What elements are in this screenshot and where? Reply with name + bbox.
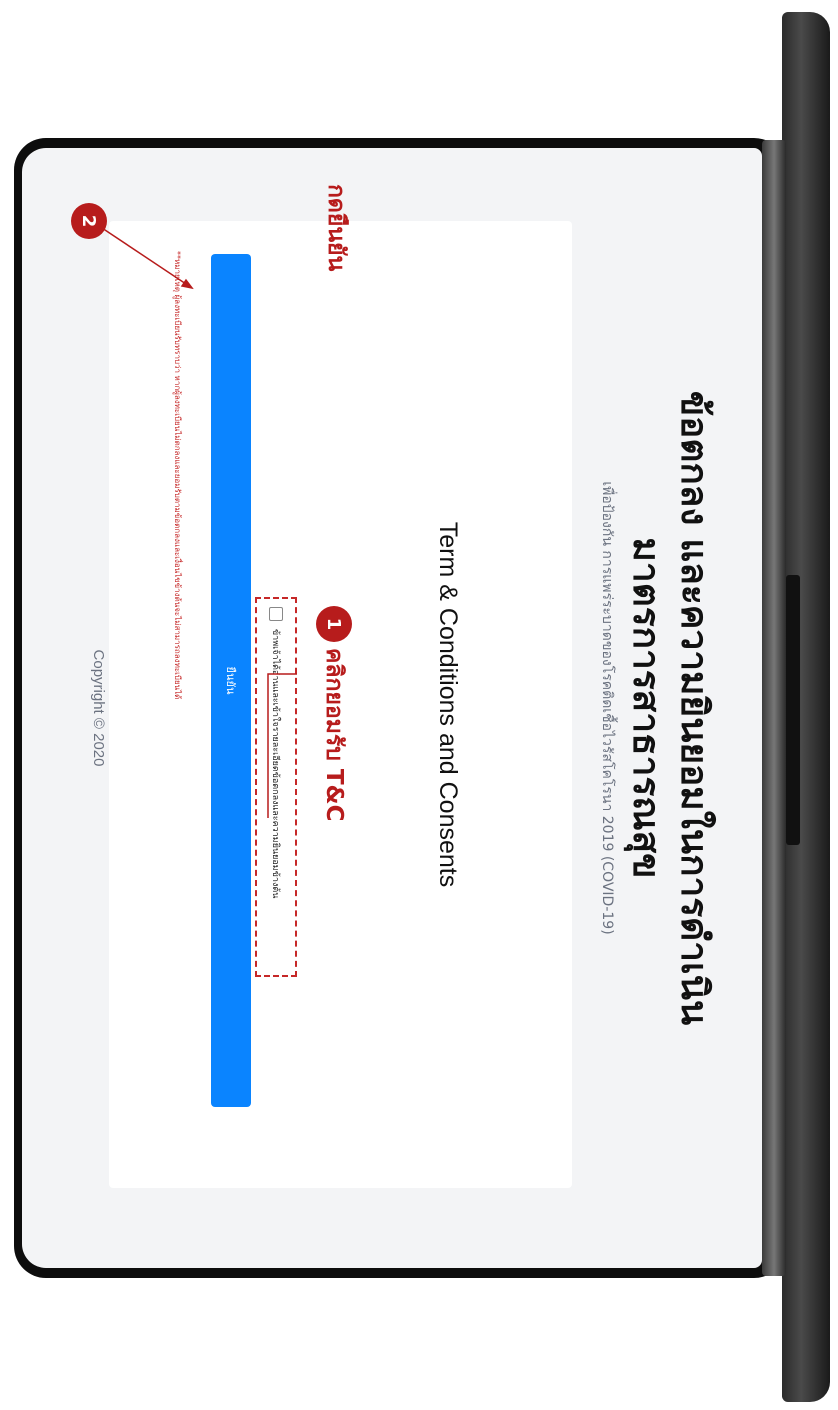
step2-arrow-head [180,278,194,290]
rotated-page: ข้อตกลง และความยินยอมในการดำเนิน มาตรการ… [22,148,762,1268]
laptop-notch [786,575,800,845]
step2-arrow-line [101,227,193,289]
annotation-lines [101,227,297,818]
step1-leader-line [267,673,297,818]
step2-badge: 2 [71,203,107,239]
laptop-screen: ข้อตกลง และความยินยอมในการดำเนิน มาตรการ… [22,148,762,1268]
laptop-hinge [762,140,786,1276]
step1-label: คลิกยอมรับ T&C [321,648,347,822]
step2-label: กดยืนยัน [323,184,349,272]
step1-badge: 1 [316,606,352,642]
